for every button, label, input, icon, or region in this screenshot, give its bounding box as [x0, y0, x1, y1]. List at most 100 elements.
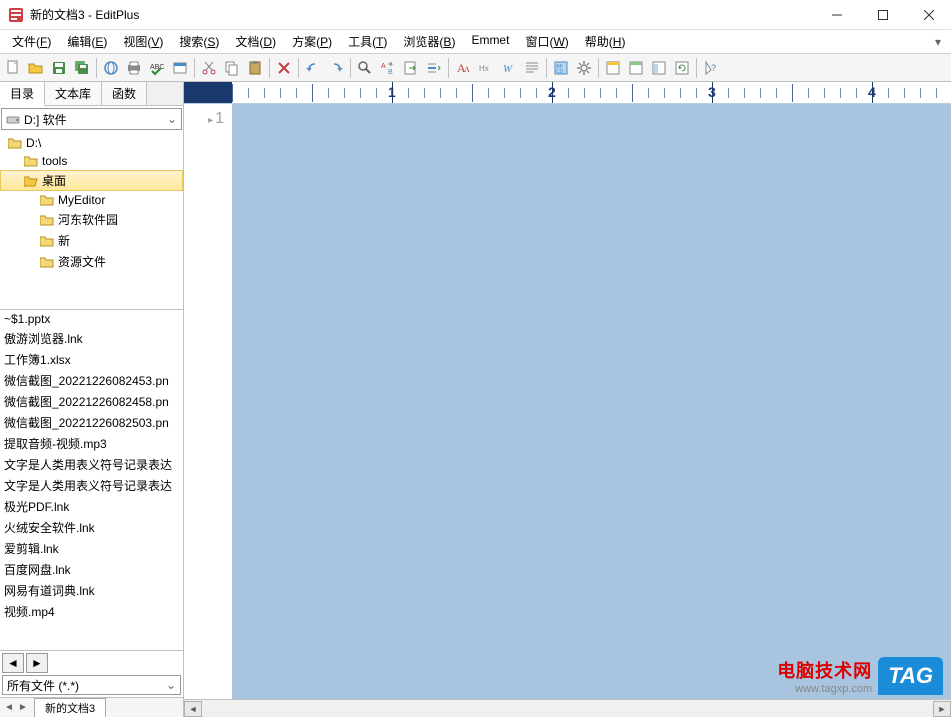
menu-视图[interactable]: 视图(V) [115, 31, 171, 52]
cut-button[interactable] [198, 57, 220, 79]
maximize-button[interactable] [869, 5, 897, 25]
tab-next-button[interactable]: ► [16, 700, 30, 716]
tree-item[interactable]: tools [0, 152, 183, 170]
titlebar: 新的文档3 - EditPlus [0, 0, 951, 30]
file-item[interactable]: ~$1.pptx [0, 310, 183, 328]
menu-Emmet[interactable]: Emmet [463, 31, 517, 52]
folder-icon [40, 235, 54, 247]
close-button[interactable] [915, 5, 943, 25]
ftp-button[interactable] [100, 57, 122, 79]
chevron-down-icon: ⌄ [166, 678, 176, 692]
scroll-right-button[interactable]: ► [933, 701, 951, 717]
drive-icon [6, 113, 20, 125]
spell-check-button[interactable]: ABC [146, 57, 168, 79]
drive-selector[interactable]: D:] 软件 ⌄ [1, 108, 182, 130]
tree-item[interactable]: 桌面 [0, 170, 183, 191]
file-item[interactable]: 极光PDF.lnk [0, 496, 183, 517]
file-item[interactable]: 微信截图_20221226082453.pn [0, 370, 183, 391]
menu-浏览器[interactable]: 浏览器(B) [395, 31, 463, 52]
folder-icon [40, 194, 54, 206]
watermark-url: www.tagxp.com [777, 683, 872, 695]
menu-文件[interactable]: 文件(F) [4, 31, 59, 52]
delete-button[interactable] [273, 57, 295, 79]
file-item[interactable]: 百度网盘.lnk [0, 559, 183, 580]
svg-text:A: A [464, 65, 470, 74]
tree-item[interactable]: MyEditor [0, 191, 183, 209]
settings-button[interactable] [573, 57, 595, 79]
tree-item[interactable]: D:\ [0, 134, 183, 152]
minimize-button[interactable] [823, 5, 851, 25]
goto-line-button[interactable] [423, 57, 445, 79]
file-item[interactable]: 文字是人类用表义符号记录表达 [0, 475, 183, 496]
file-item[interactable]: 工作簿1.xlsx [0, 349, 183, 370]
watermark-title: 电脑技术网 [777, 657, 872, 683]
tab-prev-button[interactable]: ◄ [2, 700, 16, 716]
explorer-button[interactable] [648, 57, 670, 79]
menu-overflow-icon[interactable]: ▾ [929, 35, 947, 49]
menu-工具[interactable]: 工具(T) [340, 31, 395, 52]
tab-functions[interactable]: 函数 [102, 82, 147, 105]
menu-编辑[interactable]: 编辑(E) [59, 31, 115, 52]
file-item[interactable]: 傲游浏览器.lnk [0, 328, 183, 349]
html-toolbar-button[interactable] [169, 57, 191, 79]
fullscreen-button[interactable] [521, 57, 543, 79]
horizontal-scrollbar[interactable]: ◄ ► [184, 699, 951, 717]
line-gutter: ▸1 [184, 104, 232, 699]
svg-text:Hx: Hx [479, 64, 489, 73]
nav-back-button[interactable]: ◄ [2, 653, 24, 673]
drive-label: D:] 软件 [24, 111, 67, 128]
scroll-left-button[interactable]: ◄ [184, 701, 202, 717]
save-button[interactable] [48, 57, 70, 79]
menu-方案[interactable]: 方案(P) [284, 31, 340, 52]
file-filter-selector[interactable]: 所有文件 (*.*) ⌄ [2, 675, 181, 695]
copy-button[interactable] [221, 57, 243, 79]
wordwrap-button[interactable]: W [498, 57, 520, 79]
tab-cliptext[interactable]: 文本库 [45, 82, 102, 105]
file-item[interactable]: 提取音频-视频.mp3 [0, 433, 183, 454]
refresh-button[interactable] [671, 57, 693, 79]
svg-text:?: ? [711, 63, 716, 73]
browser1-button[interactable] [602, 57, 624, 79]
tree-item[interactable]: 河东软件园 [0, 209, 183, 230]
paste-button[interactable] [244, 57, 266, 79]
tree-item[interactable]: 新 [0, 230, 183, 251]
svg-text:W: W [503, 63, 513, 75]
save-all-button[interactable] [71, 57, 93, 79]
file-item[interactable]: 火绒安全软件.lnk [0, 517, 183, 538]
new-file-button[interactable] [2, 57, 24, 79]
file-item[interactable]: 文字是人类用表义符号记录表达 [0, 454, 183, 475]
columns-button[interactable]: ABCD [550, 57, 572, 79]
tree-item[interactable]: 资源文件 [0, 251, 183, 272]
file-item[interactable]: 微信截图_20221226082458.pn [0, 391, 183, 412]
open-file-button[interactable] [25, 57, 47, 79]
file-item[interactable]: 微信截图_20221226082503.pn [0, 412, 183, 433]
nav-forward-button[interactable]: ► [26, 653, 48, 673]
text-editor[interactable] [232, 104, 951, 699]
help-button[interactable]: ? [700, 57, 722, 79]
app-icon [8, 7, 24, 23]
menu-帮助[interactable]: 帮助(H) [577, 31, 634, 52]
print-button[interactable] [123, 57, 145, 79]
watermark: 电脑技术网 www.tagxp.com TAG [777, 657, 943, 695]
undo-button[interactable] [302, 57, 324, 79]
file-item[interactable]: 爱剪辑.lnk [0, 538, 183, 559]
goto-button[interactable] [400, 57, 422, 79]
find-button[interactable] [354, 57, 376, 79]
font-button[interactable]: AA [452, 57, 474, 79]
browser2-button[interactable] [625, 57, 647, 79]
svg-text:B: B [388, 69, 393, 76]
menu-窗口[interactable]: 窗口(W) [517, 31, 576, 52]
svg-text:CD: CD [556, 69, 564, 75]
watermark-tag: TAG [878, 657, 943, 695]
file-item[interactable]: 网易有道词典.lnk [0, 580, 183, 601]
file-item[interactable]: 视频.mp4 [0, 601, 183, 622]
replace-button[interactable]: AB [377, 57, 399, 79]
svg-text:ABC: ABC [150, 64, 164, 71]
document-tab[interactable]: 新的文档3 [34, 698, 106, 717]
tab-directory[interactable]: 目录 [0, 82, 45, 106]
menu-文档[interactable]: 文档(D) [227, 31, 284, 52]
hex-button[interactable]: Hx [475, 57, 497, 79]
folder-tree: D:\tools桌面MyEditor河东软件园新资源文件 [0, 132, 183, 310]
redo-button[interactable] [325, 57, 347, 79]
menu-搜索[interactable]: 搜索(S) [171, 31, 227, 52]
